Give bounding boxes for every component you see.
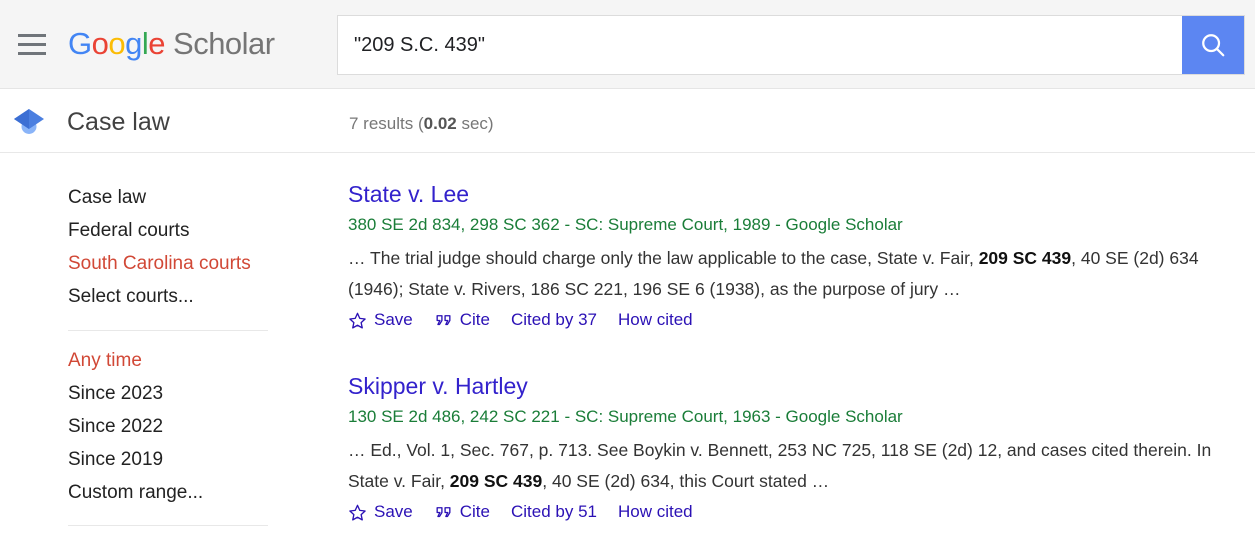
logo-letter-g2: g xyxy=(125,26,142,61)
star-icon xyxy=(348,311,367,330)
search-input[interactable] xyxy=(338,16,1182,74)
result-snippet: … The trial judge should charge only the… xyxy=(348,243,1236,305)
menu-bar-3 xyxy=(18,51,46,55)
sidebar-divider-1 xyxy=(68,330,268,331)
snippet-highlight: 209 SC 439 xyxy=(449,471,543,491)
stats-prefix: 7 results ( xyxy=(349,114,424,133)
result-actions: Save Cite Cited by 51 How cited xyxy=(348,500,1248,524)
logo-letter-o2: o xyxy=(108,26,126,61)
quote-icon xyxy=(434,503,453,522)
sidebar-item-since-2023[interactable]: Since 2023 xyxy=(68,382,163,406)
sidebar-item-federal-courts[interactable]: Federal courts xyxy=(68,219,189,243)
corpus-bar: Case law 7 results (0.02 sec) xyxy=(0,89,1255,153)
google-scholar-logo[interactable]: Google Scholar xyxy=(68,22,275,66)
logo-letter-o1: o xyxy=(91,26,109,61)
page-header: Google Scholar xyxy=(0,0,1255,89)
cite-button[interactable]: Cite xyxy=(434,308,490,332)
quote-icon xyxy=(434,311,453,330)
cite-label: Cite xyxy=(459,502,490,521)
result-citation: 380 SE 2d 834, 298 SC 362 - SC: Supreme … xyxy=(348,215,903,234)
sidebar-item-select-courts[interactable]: Select courts... xyxy=(68,285,194,309)
snippet-highlight: 209 SC 439 xyxy=(978,248,1072,268)
sidebar-item-case-law[interactable]: Case law xyxy=(68,186,146,210)
sidebar-divider-2 xyxy=(68,525,268,526)
cited-by-link[interactable]: Cited by 51 xyxy=(511,500,597,524)
snippet-post: , 40 SE (2d) 634, this Court stated … xyxy=(542,471,830,491)
snippet-pre: … The trial judge should charge only the… xyxy=(348,248,979,268)
graduation-cap-icon xyxy=(12,107,46,137)
result-citation: 130 SE 2d 486, 242 SC 221 - SC: Supreme … xyxy=(348,407,903,426)
result-item: State v. Lee 380 SE 2d 834, 298 SC 362 -… xyxy=(348,179,1248,332)
filters-sidebar: Case law Federal courts South Carolina c… xyxy=(0,153,330,535)
result-actions: Save Cite Cited by 37 How cited xyxy=(348,308,1248,332)
result-title-link[interactable]: Skipper v. Hartley xyxy=(348,373,528,399)
results-list: State v. Lee 380 SE 2d 834, 298 SC 362 -… xyxy=(330,153,1255,535)
how-cited-link[interactable]: How cited xyxy=(618,500,693,524)
how-cited-link[interactable]: How cited xyxy=(618,308,693,332)
search-icon xyxy=(1198,30,1228,60)
result-snippet: … Ed., Vol. 1, Sec. 767, p. 713. See Boy… xyxy=(348,435,1236,497)
logo-letter-g1: G xyxy=(68,26,92,61)
result-item: Skipper v. Hartley 130 SE 2d 486, 242 SC… xyxy=(348,371,1248,524)
save-label: Save xyxy=(374,310,413,329)
save-label: Save xyxy=(374,502,413,521)
menu-bar-1 xyxy=(18,33,46,37)
hamburger-menu-icon[interactable] xyxy=(10,22,54,66)
search-button[interactable] xyxy=(1182,16,1244,74)
stats-suffix: sec) xyxy=(456,114,494,133)
sidebar-item-south-carolina-courts[interactable]: South Carolina courts xyxy=(68,252,251,276)
save-button[interactable]: Save xyxy=(348,500,413,524)
star-icon xyxy=(348,503,367,522)
cite-button[interactable]: Cite xyxy=(434,500,490,524)
sidebar-item-since-2022[interactable]: Since 2022 xyxy=(68,415,163,439)
logo-word-scholar: Scholar xyxy=(173,26,275,61)
sidebar-item-any-time[interactable]: Any time xyxy=(68,349,142,373)
cited-by-link[interactable]: Cited by 37 xyxy=(511,308,597,332)
cite-label: Cite xyxy=(459,310,490,329)
save-button[interactable]: Save xyxy=(348,308,413,332)
logo-letter-e: e xyxy=(148,26,166,61)
result-title-link[interactable]: State v. Lee xyxy=(348,181,469,207)
stats-time: 0.02 xyxy=(423,114,457,133)
corpus-title: Case law xyxy=(67,108,170,136)
menu-bar-2 xyxy=(18,42,46,46)
result-stats: 7 results (0.02 sec) xyxy=(349,113,494,135)
sidebar-item-since-2019[interactable]: Since 2019 xyxy=(68,448,163,472)
sidebar-item-custom-range[interactable]: Custom range... xyxy=(68,481,203,505)
search-bar[interactable] xyxy=(337,15,1245,75)
